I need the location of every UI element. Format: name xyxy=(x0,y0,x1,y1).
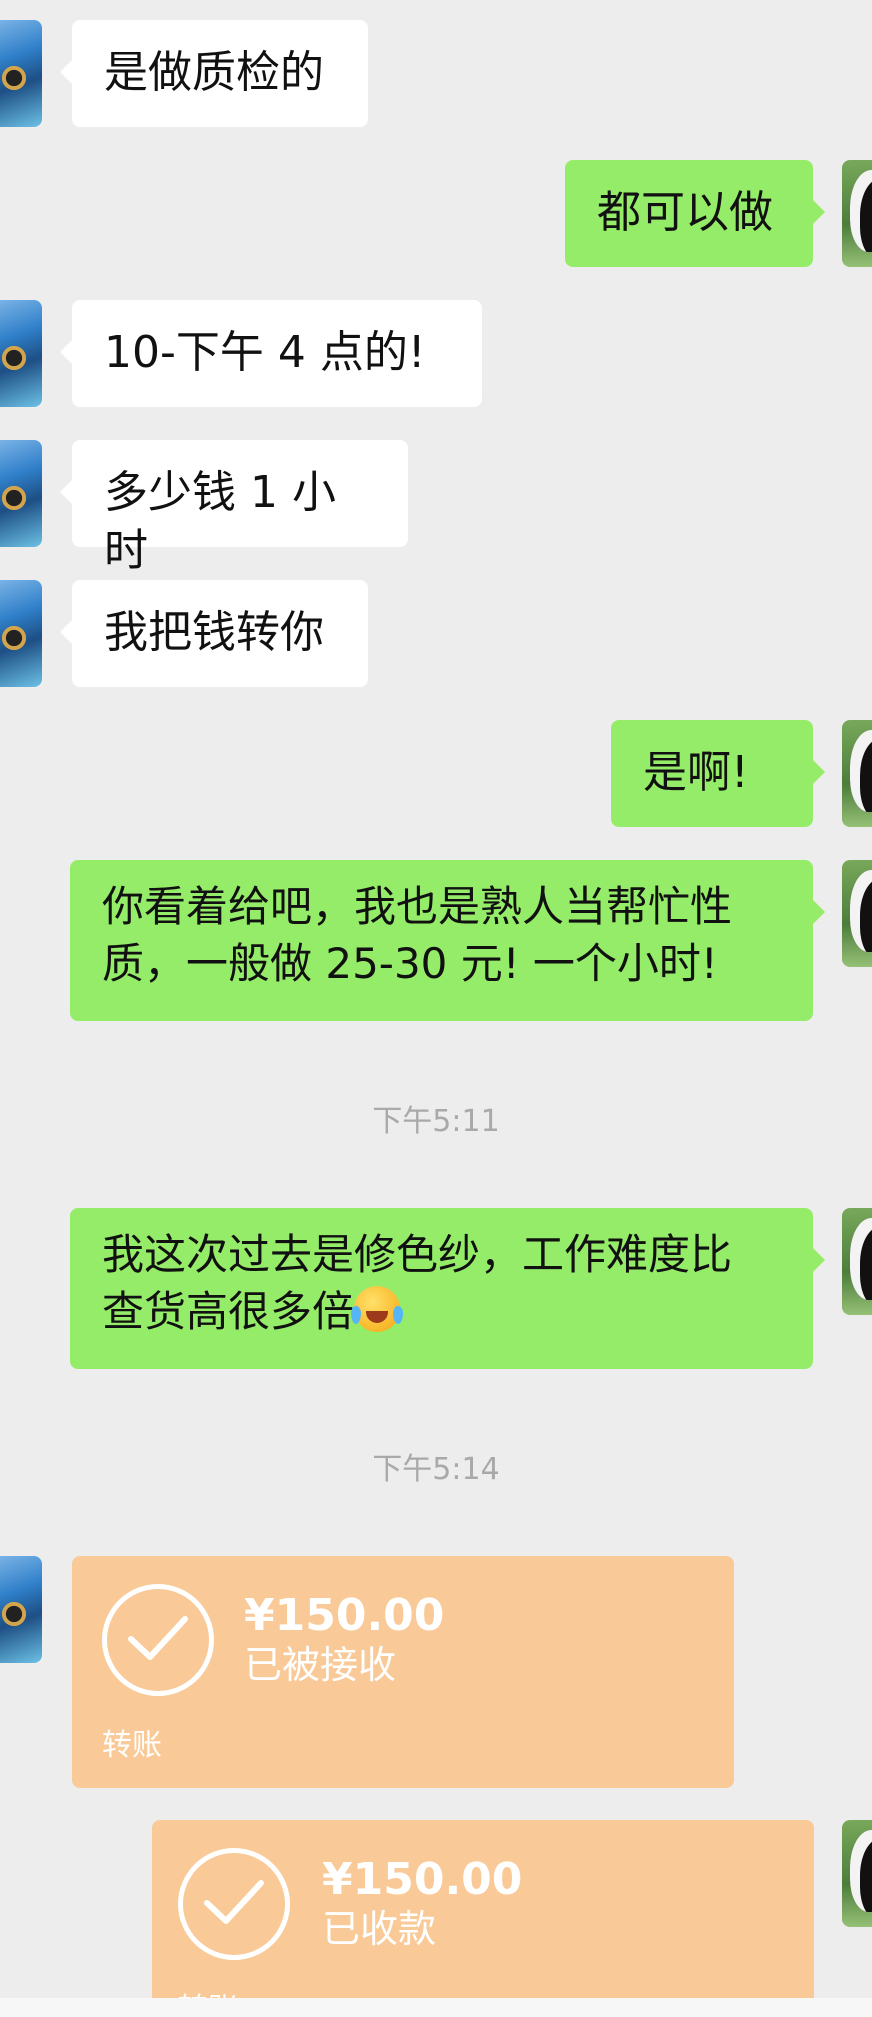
user-avatar[interactable] xyxy=(842,1208,872,1315)
contact-avatar[interactable] xyxy=(0,20,42,127)
tears-of-joy-emoji-icon xyxy=(351,1286,404,1332)
outgoing-message-bubble[interactable]: 是啊! xyxy=(611,720,825,827)
message-text: 是做质检的 xyxy=(104,47,324,98)
check-circle-icon xyxy=(102,1584,214,1696)
user-avatar[interactable] xyxy=(842,160,872,267)
transfer-amount: ¥150.00 xyxy=(244,1590,445,1641)
message-text: 我把钱转你 xyxy=(104,607,324,658)
message-text: 多少钱 1 小时 xyxy=(104,467,336,576)
user-avatar[interactable] xyxy=(842,720,872,827)
check-circle-icon xyxy=(178,1848,290,1960)
message-text-line-1: 我这次过去是修色纱，工作难度比 xyxy=(102,1230,733,1279)
bottom-input-edge xyxy=(0,1998,872,2017)
incoming-message-bubble[interactable]: 10-下午 4 点的! xyxy=(60,300,482,407)
user-avatar[interactable] xyxy=(842,1820,872,1927)
message-text-line-1: 你看着给吧，我也是熟人当帮忙性 xyxy=(102,882,733,931)
message-text-line-2-wrap: 查货高很多倍 xyxy=(102,1283,781,1340)
contact-avatar[interactable] xyxy=(0,440,42,547)
outgoing-message-bubble[interactable]: 你看着给吧，我也是熟人当帮忙性 质，一般做 25-30 元! 一个小时! xyxy=(70,860,825,1021)
incoming-message-bubble[interactable]: 多少钱 1 小时 xyxy=(60,440,408,576)
transfer-label: 转账 xyxy=(102,1728,162,1763)
contact-avatar[interactable] xyxy=(0,1556,42,1663)
message-text-line-2: 查货高很多倍 xyxy=(102,1287,355,1336)
outgoing-message-bubble[interactable]: 都可以做 xyxy=(565,160,825,267)
chat-window: 是做质检的 都可以做 10-下午 4 点的! 多少钱 1 小时 我把钱转你 是啊… xyxy=(0,0,872,2017)
timestamp: 下午5:11 xyxy=(372,1104,500,1139)
outgoing-message-bubble[interactable]: 我这次过去是修色纱，工作难度比 查货高很多倍 xyxy=(70,1208,825,1369)
contact-avatar[interactable] xyxy=(0,580,42,687)
incoming-message-bubble[interactable]: 我把钱转你 xyxy=(60,580,368,687)
transfer-status: 已收款 xyxy=(322,1907,437,1951)
message-text: 10-下午 4 点的! xyxy=(104,327,426,378)
incoming-message-bubble[interactable]: 是做质检的 xyxy=(60,20,368,127)
transfer-amount: ¥150.00 xyxy=(322,1854,523,1905)
user-avatar[interactable] xyxy=(842,860,872,967)
message-text: 都可以做 xyxy=(597,187,773,238)
timestamp: 下午5:14 xyxy=(372,1452,500,1487)
contact-avatar[interactable] xyxy=(0,300,42,407)
message-text-line-2: 质，一般做 25-30 元! 一个小时! xyxy=(102,939,718,988)
money-transfer-card[interactable]: ¥150.00 已被接收 转账 xyxy=(72,1556,734,1788)
transfer-status: 已被接收 xyxy=(244,1643,397,1687)
message-text: 是啊! xyxy=(643,747,749,798)
money-transfer-card[interactable]: ¥150.00 已收款 转账 xyxy=(152,1820,814,2017)
